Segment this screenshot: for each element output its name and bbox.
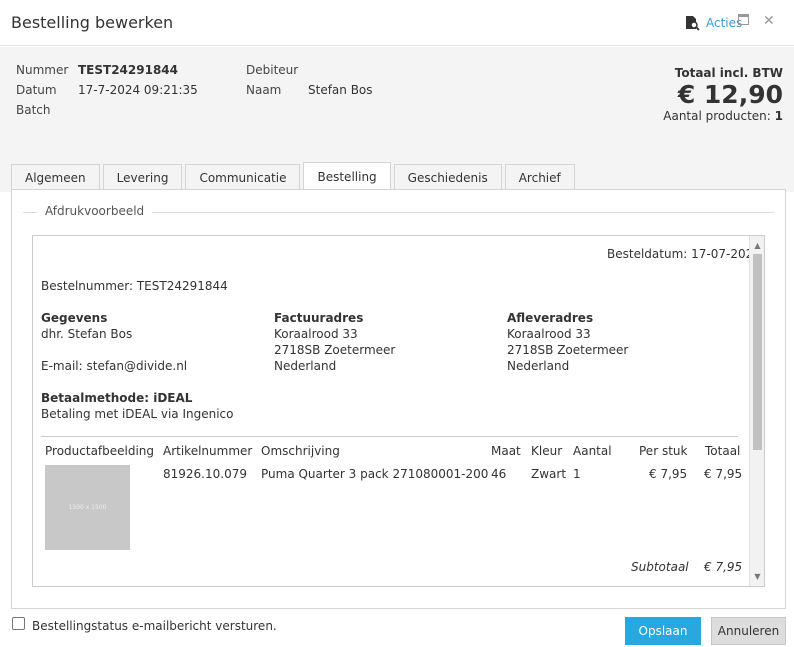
factuur-line1: Koraalrood 33	[274, 327, 358, 341]
col-kleur: Kleur	[531, 444, 563, 458]
subtotaal-label: Subtotaal	[631, 560, 689, 574]
close-icon[interactable]: ✕	[763, 14, 775, 28]
dialog-titlebar: Bestelling bewerken Acties ✕	[0, 0, 794, 46]
scroll-up-icon[interactable]: ▲	[750, 238, 764, 253]
besteldatum: Besteldatum: 17-07-2024	[607, 247, 761, 261]
acties-menu[interactable]: Acties	[684, 15, 742, 31]
scroll-down-icon[interactable]: ▼	[750, 569, 764, 584]
betaal-title: Betaalmethode: iDEAL	[41, 391, 193, 405]
nummer-label: Nummer	[16, 63, 69, 77]
product-image-label: 1500 x 1500	[68, 504, 107, 511]
tab-bestelling[interactable]: Bestelling	[303, 162, 391, 190]
col-perstuk: Per stuk	[639, 444, 688, 458]
aantal-label: Aantal producten:	[663, 109, 771, 123]
tab-bar: Algemeen Levering Communicatie Bestellin…	[11, 162, 575, 190]
col-artikelnummer: Artikelnummer	[163, 444, 253, 458]
debiteur-label: Debiteur	[246, 63, 299, 77]
col-omschrijving: Omschrijving	[261, 444, 340, 458]
gegevens-title: Gegevens	[41, 311, 108, 325]
fieldset-legend: Afdrukvoorbeeld	[37, 204, 153, 218]
datum-label: Datum	[16, 83, 57, 97]
row-artikelnummer: 81926.10.079	[163, 467, 247, 481]
col-productafbeelding: Productafbeelding	[45, 444, 155, 458]
tab-algemeen[interactable]: Algemeen	[11, 164, 100, 190]
acties-label: Acties	[706, 16, 743, 30]
datum-value: 17-7-2024 09:21:35	[78, 83, 198, 97]
tab-levering[interactable]: Levering	[102, 164, 183, 190]
window-controls: ✕	[738, 14, 775, 28]
col-maat: Maat	[491, 444, 521, 458]
dialog-title: Bestelling bewerken	[11, 13, 174, 32]
table-divider	[41, 436, 738, 437]
naam-value: Stefan Bos	[308, 83, 373, 97]
total-value: € 12,90	[677, 80, 783, 109]
row-kleur: Zwart	[531, 467, 567, 481]
factuur-line2: 2718SB Zoetermeer	[274, 343, 396, 357]
tab-archief[interactable]: Archief	[504, 164, 575, 190]
gegevens-email: E-mail: stefan@divide.nl	[41, 359, 188, 373]
email-status-label: Bestellingstatus e-mailbericht versturen…	[32, 619, 277, 633]
tab-panel: Afdrukvoorbeeld Besteldatum: 17-07-2024 …	[11, 189, 786, 609]
betaal-text: Betaling met iDEAL via Ingenico	[41, 407, 234, 421]
product-image: 1500 x 1500	[45, 465, 130, 550]
tab-geschiedenis[interactable]: Geschiedenis	[393, 164, 502, 190]
document-search-icon	[686, 16, 700, 31]
subtotaal-value: € 7,95	[704, 560, 743, 574]
scroll-thumb[interactable]	[753, 254, 762, 450]
print-preview[interactable]: Besteldatum: 17-07-2024 Bestelnummer: TE…	[32, 235, 765, 587]
col-aantal: Aantal	[573, 444, 612, 458]
batch-label: Batch	[16, 103, 51, 117]
total-label: Totaal incl. BTW	[674, 66, 783, 80]
factuur-line3: Nederland	[274, 359, 337, 373]
aantal-producten: Aantal producten: 1	[663, 109, 783, 123]
save-button[interactable]: Opslaan	[625, 617, 701, 645]
email-status-checkbox[interactable]	[12, 617, 25, 630]
nummer-value: TEST24291844	[78, 63, 179, 77]
col-totaal: Totaal	[705, 444, 741, 458]
preview-scrollbar[interactable]: ▲ ▼	[749, 236, 764, 586]
bestelnummer: Bestelnummer: TEST24291844	[41, 279, 228, 293]
row-omschrijving: Puma Quarter 3 pack 271080001-200	[261, 467, 489, 481]
factuur-title: Factuuradres	[274, 311, 364, 325]
cancel-button[interactable]: Annuleren	[711, 617, 786, 645]
tab-communicatie[interactable]: Communicatie	[185, 164, 301, 190]
gegevens-name: dhr. Stefan Bos	[41, 327, 133, 341]
aflever-line2: 2718SB Zoetermeer	[507, 343, 629, 357]
row-totaal: € 7,95	[704, 467, 743, 481]
row-maat: 46	[491, 467, 507, 481]
row-perstuk: € 7,95	[649, 467, 688, 481]
row-aantal: 1	[573, 467, 581, 481]
maximize-icon[interactable]	[738, 14, 749, 28]
aflever-line1: Koraalrood 33	[507, 327, 591, 341]
naam-label: Naam	[246, 83, 282, 97]
aflever-line3: Nederland	[507, 359, 570, 373]
aflever-title: Afleveradres	[507, 311, 594, 325]
aantal-value: 1	[774, 109, 783, 123]
